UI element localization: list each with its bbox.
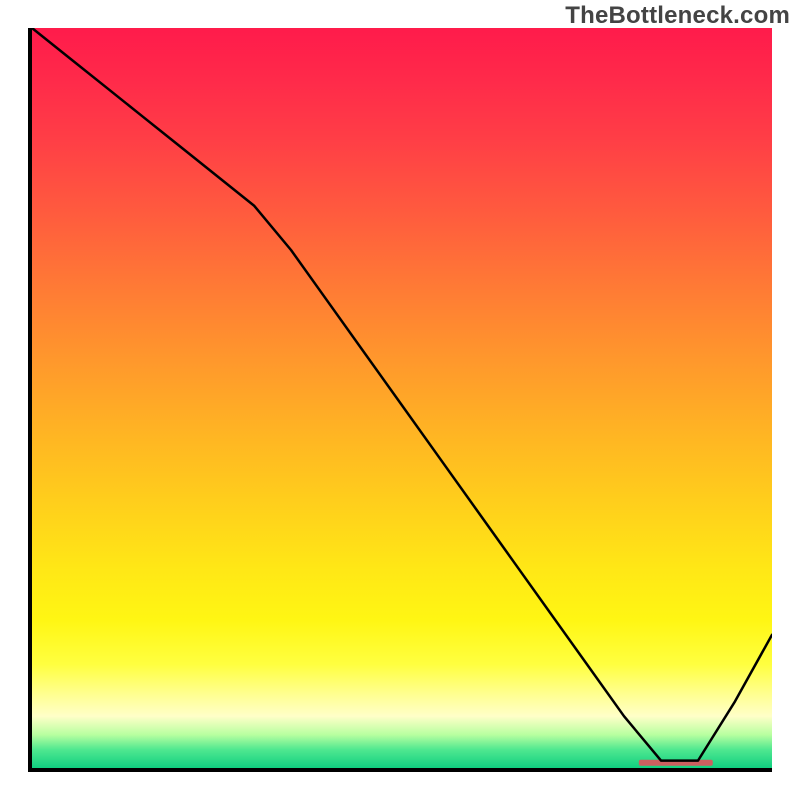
watermark-text: TheBottleneck.com <box>565 2 790 30</box>
axes-frame <box>28 28 772 772</box>
chart-stage: TheBottleneck.com <box>0 0 800 800</box>
